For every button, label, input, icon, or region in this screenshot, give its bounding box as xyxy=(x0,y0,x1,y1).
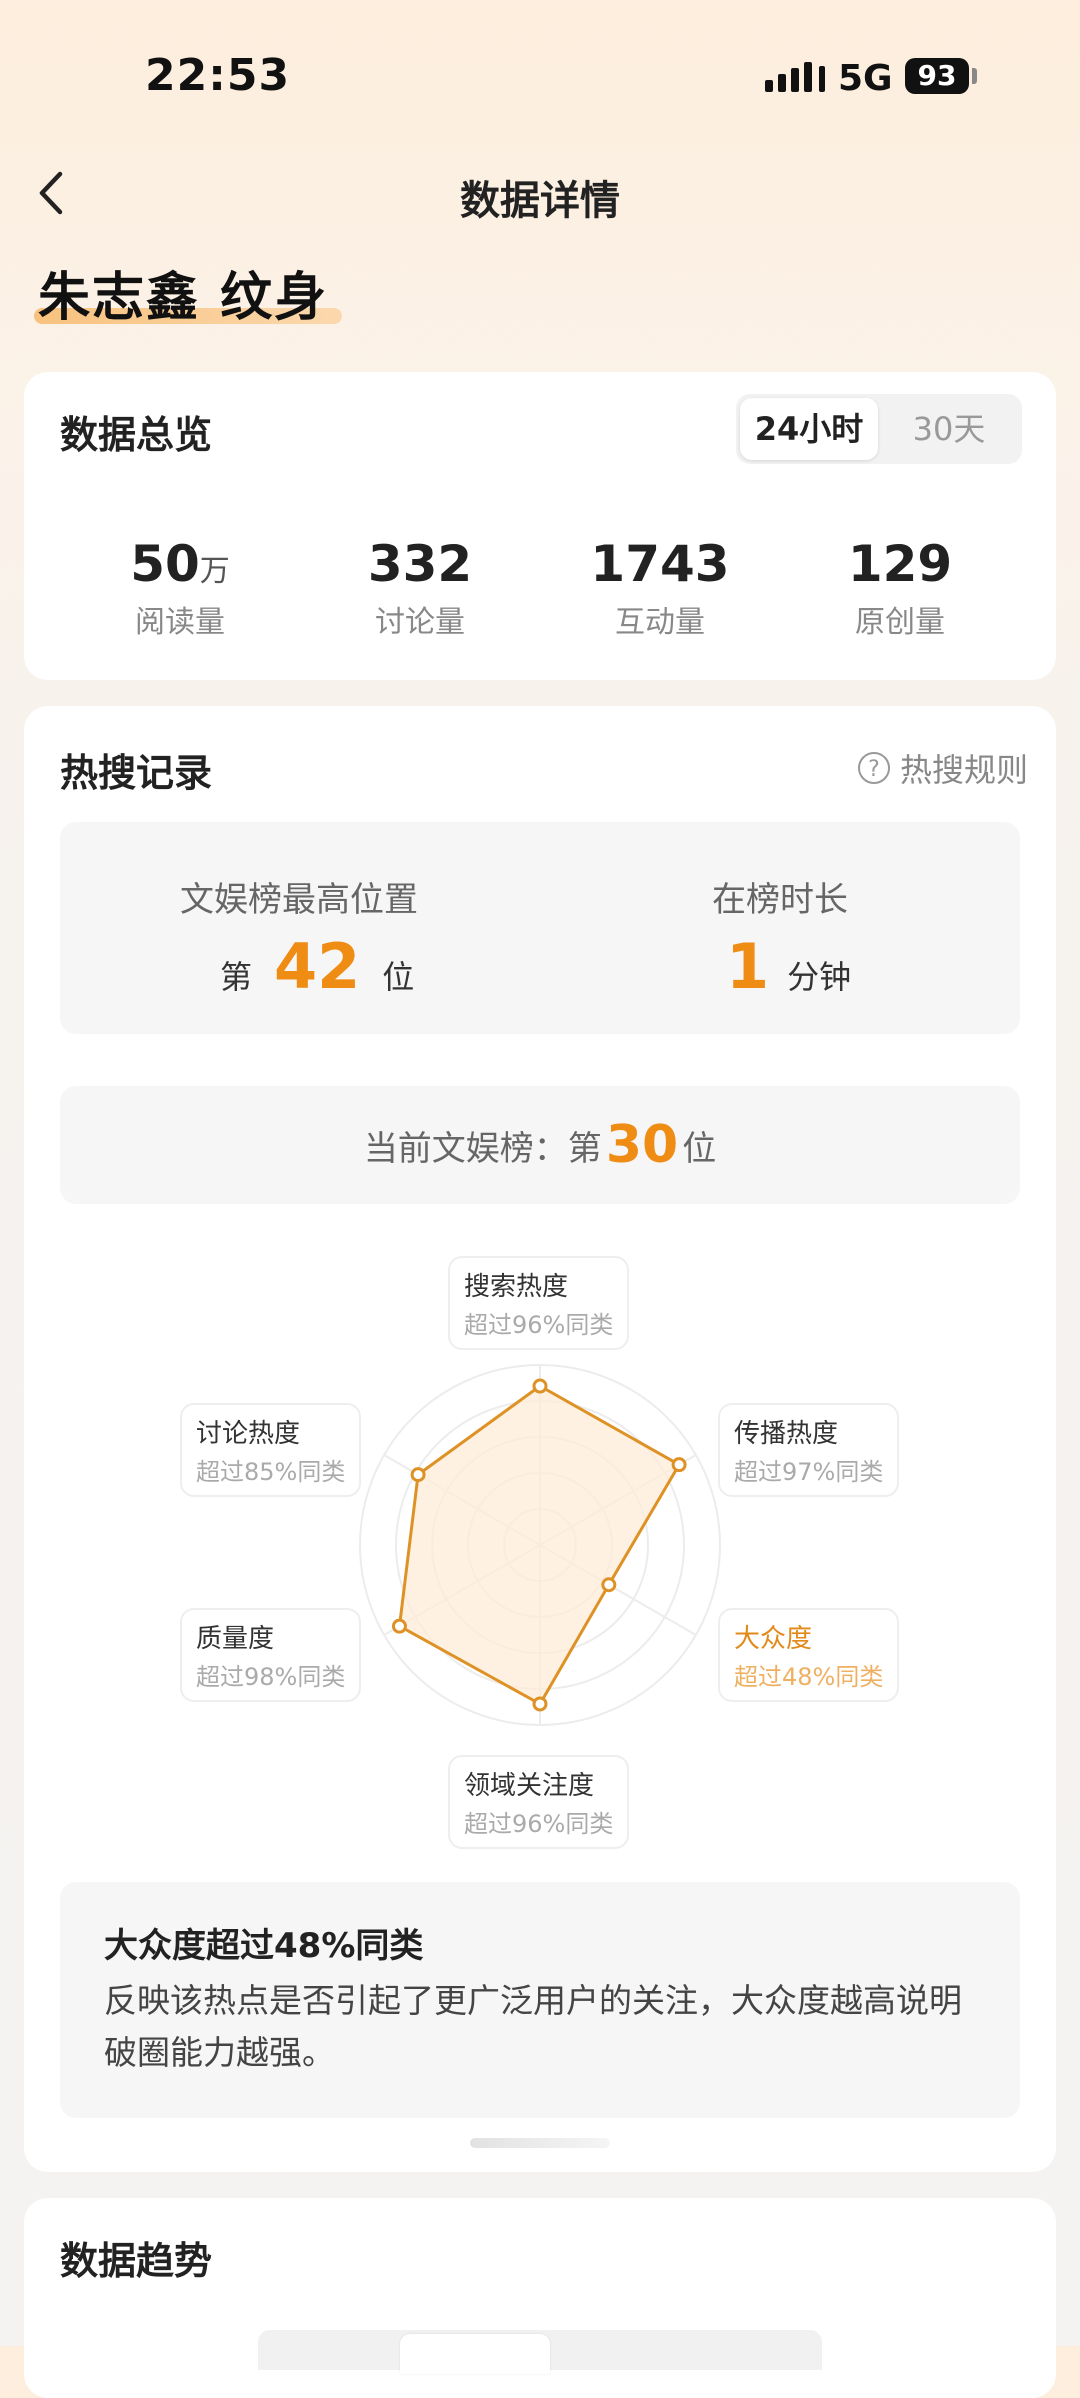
duration-suffix: 分钟 xyxy=(787,958,852,996)
radar-point xyxy=(671,1457,687,1473)
stat-value: 50 xyxy=(130,535,200,593)
radar-label-desc: 超过85%同类 xyxy=(196,1458,346,1486)
tab-24h[interactable]: 24小时 xyxy=(740,398,878,460)
stat-interactions: 1743 互动量 xyxy=(540,535,780,641)
radar-label-name: 传播热度 xyxy=(734,1419,839,1449)
duration-value-row: 1 分钟 xyxy=(726,930,851,1003)
stat-reads: 50万 阅读量 xyxy=(60,535,300,641)
radar-point xyxy=(391,1618,407,1634)
stat-unit: 万 xyxy=(199,554,230,589)
radar-label-popularity[interactable]: 大众度 超过48%同类 xyxy=(718,1608,900,1702)
description-title: 大众度超过48%同类 xyxy=(104,1926,424,1966)
status-time: 22:53 xyxy=(145,50,291,101)
radar-label-name: 讨论热度 xyxy=(196,1419,301,1449)
stat-discussions: 332 讨论量 xyxy=(300,535,540,641)
radar-polygon xyxy=(398,1384,681,1706)
battery-icon: 93 xyxy=(905,58,969,94)
stat-value: 332 xyxy=(367,535,473,593)
stat-originals: 129 原创量 xyxy=(780,535,1020,641)
signal-icon xyxy=(765,62,825,92)
best-rank-prefix: 第 xyxy=(220,958,253,996)
radar-label-name: 质量度 xyxy=(196,1624,275,1654)
current-rank-bar: 当前文娱榜：第 30 位 xyxy=(60,1086,1020,1204)
current-rank-prefix: 当前文娱榜：第 xyxy=(363,1128,602,1169)
radar-label-desc: 超过96%同类 xyxy=(464,1810,614,1838)
hot-search-title: 热搜记录 xyxy=(60,751,213,795)
hot-rules-link[interactable]: ? 热搜规则 xyxy=(858,745,1028,791)
stat-label: 阅读量 xyxy=(135,605,225,640)
radar-label-desc: 超过96%同类 xyxy=(464,1311,614,1339)
question-icon: ? xyxy=(858,752,890,784)
best-rank-suffix: 位 xyxy=(382,958,415,996)
duration-value: 1 xyxy=(726,930,770,1003)
network-type: 5G xyxy=(838,58,893,99)
radar-label-name: 搜索热度 xyxy=(464,1272,569,1302)
radar-point xyxy=(532,1378,548,1394)
stat-label: 互动量 xyxy=(615,605,705,640)
radar-label-desc: 超过97%同类 xyxy=(734,1458,884,1486)
radar-label-desc: 超过98%同类 xyxy=(196,1663,346,1691)
stat-label: 讨论量 xyxy=(375,605,465,640)
radar-label-name: 大众度 xyxy=(734,1624,813,1654)
radar-point xyxy=(410,1467,426,1483)
trend-tab-active-peek xyxy=(400,2334,550,2374)
best-rank-value-row: 第 42 位 xyxy=(220,930,414,1003)
stat-label: 原创量 xyxy=(855,605,945,640)
best-rank-label: 文娱榜最高位置 xyxy=(180,880,418,920)
current-rank-suffix: 位 xyxy=(682,1128,717,1169)
duration-label: 在榜时长 xyxy=(712,880,848,920)
radar-label-name: 领域关注度 xyxy=(464,1771,595,1801)
overview-title: 数据总览 xyxy=(60,413,213,457)
radar-chart xyxy=(359,1364,721,1726)
tab-30d[interactable]: 30天 xyxy=(880,398,1018,460)
radar-label-desc: 超过48%同类 xyxy=(734,1663,884,1691)
radar-label-search-heat[interactable]: 搜索热度 超过96%同类 xyxy=(448,1256,630,1350)
best-rank-value: 42 xyxy=(274,930,361,1003)
radar-label-spread-heat[interactable]: 传播热度 超过97%同类 xyxy=(718,1403,900,1497)
radar-point xyxy=(532,1696,548,1712)
page-title: 数据详情 xyxy=(460,178,620,224)
trend-title: 数据趋势 xyxy=(60,2239,213,2283)
radar-label-field-attention[interactable]: 领域关注度 超过96%同类 xyxy=(448,1755,630,1849)
radar-point xyxy=(601,1577,617,1593)
scroll-indicator xyxy=(470,2138,610,2148)
hot-rules-label: 热搜规则 xyxy=(900,751,1029,789)
stat-value: 1743 xyxy=(590,535,730,593)
current-rank-value: 30 xyxy=(605,1115,679,1175)
radar-label-quality[interactable]: 质量度 超过98%同类 xyxy=(180,1608,362,1702)
topic-title: 朱志鑫 纹身 xyxy=(38,268,329,328)
battery-tip xyxy=(972,68,977,84)
ranking-summary xyxy=(60,822,1020,1034)
description-text: 反映该热点是否引起了更广泛用户的关注，大众度越高说明破圈能力越强。 xyxy=(104,1981,962,2072)
stat-value: 129 xyxy=(847,535,953,593)
radar-label-discussion-heat[interactable]: 讨论热度 超过85%同类 xyxy=(180,1403,362,1497)
